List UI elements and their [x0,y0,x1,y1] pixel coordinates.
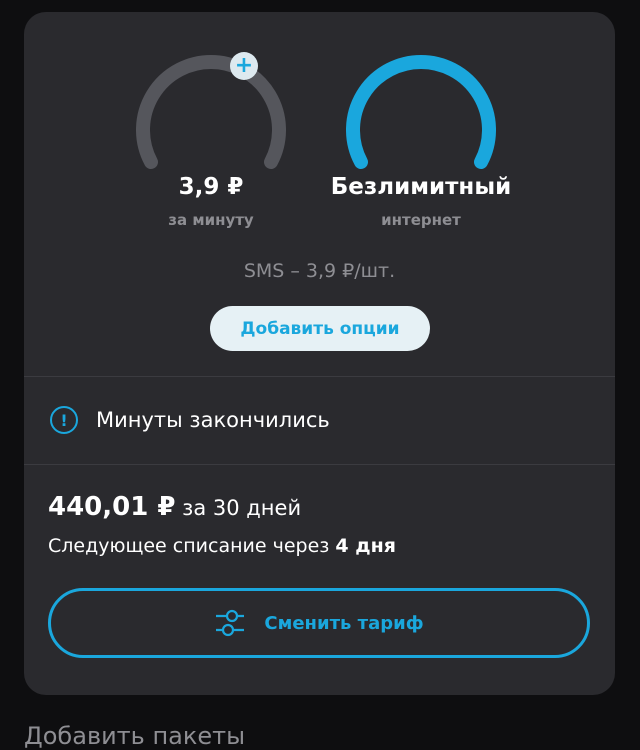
add-minutes-plus-icon[interactable]: + [230,52,258,80]
change-tariff-label: Сменить тариф [264,612,424,634]
sms-price: SMS – 3,9 ₽/шт. [243,260,396,282]
tariff-price: 440,01 ₽ [48,492,176,522]
minutes-price-label: за минуту [168,211,254,229]
minutes-ended-alert: ! Минуты закончились [50,406,330,434]
internet-gauge-arc [346,55,496,169]
divider-bottom [24,464,615,465]
internet-label: интернет [381,211,461,229]
alert-text: Минуты закончились [96,408,330,432]
tariff-period: за 30 дней [182,496,302,520]
tariff-card: + 3,9 ₽ за минуту Безлимитный интернет S… [24,12,615,695]
minutes-price: 3,9 ₽ [178,174,244,200]
minutes-gauge-arc [136,55,286,169]
sliders-icon [216,609,245,637]
next-charge-prefix: Следующее списание через [48,535,330,557]
internet-gauge [336,52,506,192]
info-exclamation-icon: ! [50,406,78,434]
change-tariff-button[interactable]: Сменить тариф [48,588,590,658]
price-line: 440,01 ₽ за 30 дней [48,492,301,522]
add-packages-heading: Добавить пакеты [24,722,246,750]
add-options-button[interactable]: Добавить опции [210,306,430,351]
next-charge-line: Следующее списание через 4 дня [48,535,396,557]
divider-top [24,376,615,377]
minutes-gauge [126,52,296,192]
next-charge-days: 4 дня [335,535,396,557]
internet-value: Безлимитный [330,174,512,200]
